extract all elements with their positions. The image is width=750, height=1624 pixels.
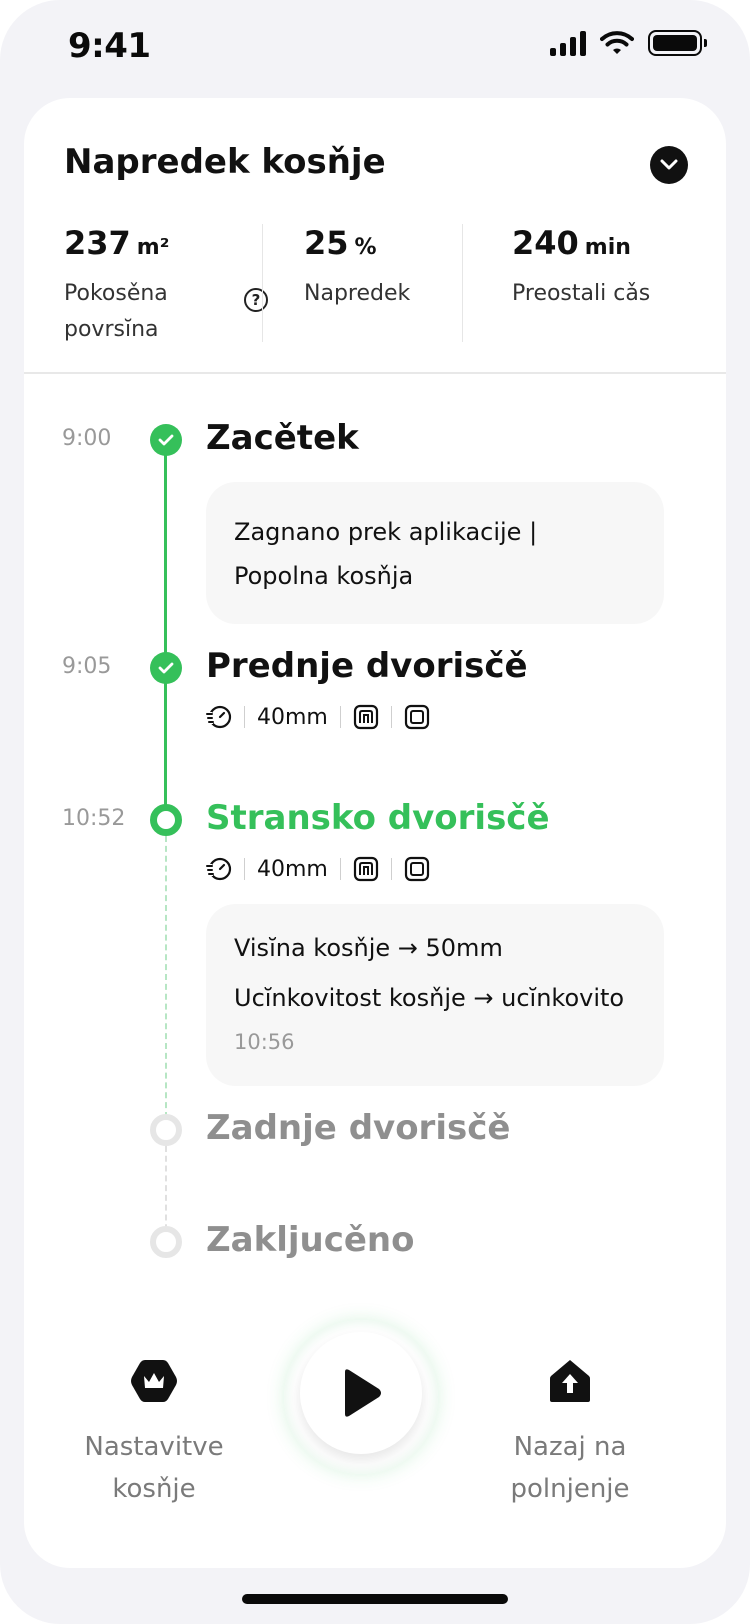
card-title: Napredek kosňje [64,142,386,182]
chip-separator [339,858,341,880]
edge-cutting-icon [404,704,429,730]
stat-label: Preostali cǎs [512,281,651,306]
cutting-height: 40mm [257,856,328,882]
home-arrow-up-icon [550,1360,590,1402]
divider [262,224,263,342]
chip-separator [244,858,245,880]
timeline-time: 10:52 [62,806,126,831]
note-text: Zagnano prek aplikacije | Popolna kosňja [234,518,538,590]
cellular-signal-icon [550,30,586,56]
pending-step-indicator [150,1114,182,1146]
stat-value: 240 [512,224,579,262]
phone-screen: 9:41 Napredek kosňje 237 m² Pokosěna povr… [0,0,750,1624]
zone-settings-chips: 40mm [206,704,430,730]
pending-step-indicator [150,1226,182,1258]
timeline-line-completed [164,440,167,820]
edge-cutting-icon [404,856,429,882]
return-to-charging-button[interactable]: Nazaj na polnjenje [460,1358,680,1510]
speed-gauge-icon [206,705,232,729]
timeline-time: 9:00 [62,426,112,451]
mowing-pattern-icon [353,856,378,882]
current-step-indicator [150,804,182,836]
timeline-title-finished: Zakljucěno [206,1220,415,1260]
timeline-time: 9:05 [62,654,112,679]
divider [462,224,463,342]
stats-row: 237 m² Pokosěna povrsĭna ? 25% Napredek 2… [24,224,726,342]
cutting-height: 40mm [257,704,328,730]
wifi-icon [600,31,634,54]
note-line: Ucĭnkovitost kosňje → ucĭnkovito [234,984,625,1012]
timeline-line-current [165,836,167,1118]
check-icon [150,652,182,684]
check-icon [150,424,182,456]
section-divider [24,372,726,374]
note-line: Visĭna kosňje → 50mm [234,934,503,962]
chip-separator [339,706,341,728]
chevron-down-icon [660,159,678,170]
timeline-title-start: Zacětek [206,418,359,458]
play-icon [345,1369,381,1417]
stat-unit: m² [136,235,170,260]
mowing-pattern-icon [353,704,378,730]
battery-icon [648,30,707,56]
mowing-settings-label: Nastavitve kosňje [84,1432,224,1504]
speed-gauge-icon [206,857,232,881]
return-to-charging-label: Nazaj na polnjenje [510,1432,630,1504]
play-button-ring [284,1320,438,1474]
side-yard-note: Visĭna kosňje → 50mm Ucĭnkovitost kosňje… [206,904,664,1086]
timeline-title-side-yard: Stransko dvorisčě [206,798,550,838]
mowing-progress-card: Napredek kosňje 237 m² Pokosěna povrsĭna … [24,98,726,1568]
stat-value: 25 [304,224,349,262]
status-time: 9:41 [68,26,151,66]
collapse-button[interactable] [650,146,688,184]
crown-hexagon-icon [131,1360,177,1402]
help-icon[interactable]: ? [244,288,268,312]
home-indicator[interactable] [242,1594,508,1604]
stat-label: Pokosěna povrsĭna [64,281,168,342]
status-icons [550,30,707,56]
note-time: 10:56 [234,1030,295,1054]
start-note: Zagnano prek aplikacije | Popolna kosňja [206,482,664,624]
stat-label: Napredek [304,281,411,306]
zone-settings-chips: 40mm [206,856,430,882]
stat-value: 237 [64,224,131,262]
stat-mowed-area: 237 m² Pokosěna povrsĭna ? [64,224,268,342]
chip-separator [390,706,392,728]
play-button[interactable] [300,1332,422,1454]
timeline-title-back-yard: Zadnje dvorisčě [206,1108,511,1148]
chip-separator [244,706,245,728]
stat-unit: % [354,235,377,260]
timeline-title-front-yard: Prednje dvorisčě [206,646,528,686]
stat-remaining-time: 240 min Preostali cǎs [512,224,712,342]
stat-progress: 25% Napredek [304,224,484,342]
mowing-settings-button[interactable]: Nastavitve kosňje [44,1358,264,1510]
chip-separator [390,858,392,880]
stat-unit: min [584,235,631,260]
